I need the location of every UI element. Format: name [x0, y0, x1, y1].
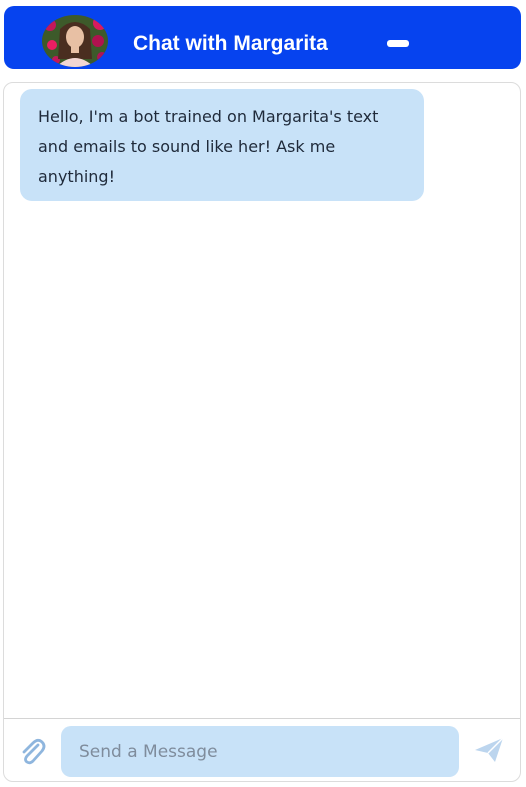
bot-message: Hello, I'm a bot trained on Margarita's …	[20, 89, 424, 201]
send-button[interactable]	[473, 735, 505, 765]
message-list[interactable]: Hello, I'm a bot trained on Margarita's …	[4, 83, 520, 718]
attach-button[interactable]	[18, 736, 46, 766]
minimize-button[interactable]	[386, 38, 410, 49]
paper-plane-icon	[475, 737, 504, 762]
message-composer	[4, 718, 520, 781]
minimize-icon	[387, 40, 409, 47]
avatar	[42, 15, 108, 67]
chat-title: Chat with Margarita	[133, 32, 328, 55]
paperclip-icon	[22, 738, 46, 765]
chat-header: Chat with Margarita	[4, 6, 521, 69]
profile-photo	[42, 15, 108, 67]
message-input[interactable]	[61, 726, 459, 777]
chat-window: Hello, I'm a bot trained on Margarita's …	[3, 82, 521, 782]
